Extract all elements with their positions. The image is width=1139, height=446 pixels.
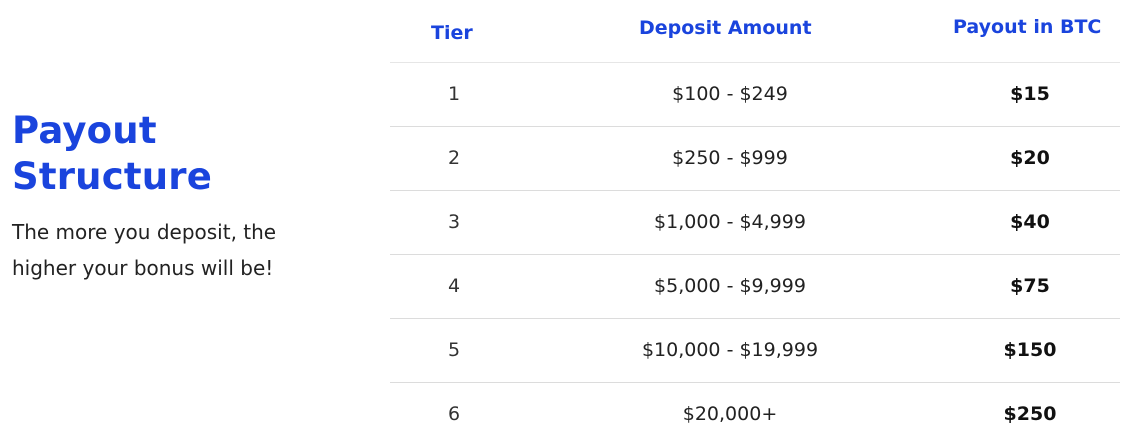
table-row: 3 $1,000 - $4,999 $40 <box>390 191 1120 255</box>
intro-section: Payout Structure The more you deposit, t… <box>12 108 302 286</box>
deposit-cell: $1,000 - $4,999 <box>654 211 806 233</box>
tier-cell: 5 <box>447 339 461 361</box>
deposit-cell: $5,000 - $9,999 <box>654 275 806 297</box>
tier-cell: 2 <box>447 147 461 169</box>
table-row: 2 $250 - $999 $20 <box>390 127 1120 191</box>
payout-cell: $20 <box>1010 147 1050 169</box>
payout-cell: $250 <box>1003 403 1057 425</box>
table-header: Tier Deposit Amount Payout in BTC <box>390 0 1120 63</box>
deposit-cell: $20,000+ <box>682 403 778 425</box>
title-line-1: Payout <box>12 109 157 152</box>
table-row: 6 $20,000+ $250 <box>390 383 1120 446</box>
header-payout: Payout in BTC <box>953 16 1102 38</box>
header-tier: Tier <box>431 22 473 44</box>
payout-table: Tier Deposit Amount Payout in BTC 1 $100… <box>390 0 1120 446</box>
title-line-2: Structure <box>12 155 213 198</box>
deposit-cell: $250 - $999 <box>672 147 788 169</box>
tier-cell: 4 <box>447 275 461 297</box>
tier-cell: 3 <box>447 211 461 233</box>
payout-cell: $40 <box>1010 211 1050 233</box>
page-title: Payout Structure <box>12 108 302 200</box>
deposit-cell: $100 - $249 <box>672 83 788 105</box>
payout-cell: $15 <box>1010 83 1050 105</box>
table-row: 4 $5,000 - $9,999 $75 <box>390 255 1120 319</box>
table-row: 5 $10,000 - $19,999 $150 <box>390 319 1120 383</box>
intro-description: The more you deposit, the higher your bo… <box>12 220 277 280</box>
table-row: 1 $100 - $249 $15 <box>390 63 1120 127</box>
payout-cell: $75 <box>1010 275 1050 297</box>
payout-cell: $150 <box>1003 339 1057 361</box>
deposit-cell: $10,000 - $19,999 <box>641 339 819 361</box>
header-deposit-amount: Deposit Amount <box>639 17 812 39</box>
tier-cell: 1 <box>447 83 461 105</box>
tier-cell: 6 <box>447 403 461 425</box>
